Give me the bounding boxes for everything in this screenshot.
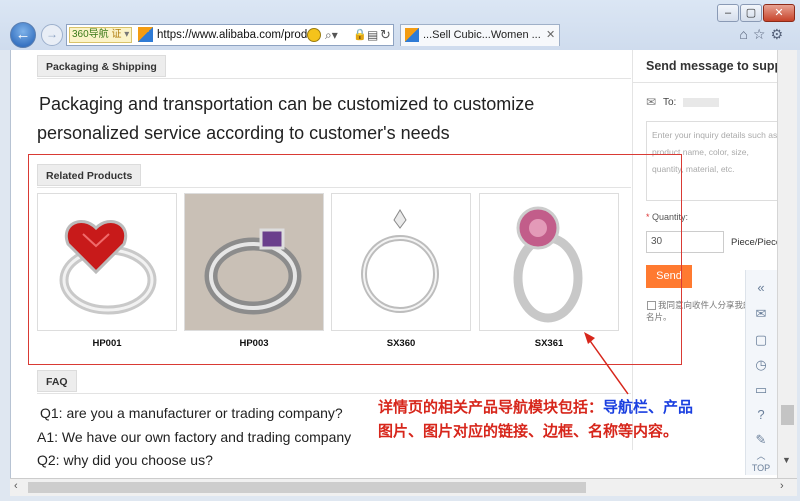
back-button[interactable]: ← [10,22,36,48]
faq-tab[interactable]: FAQ [37,370,77,392]
to-label: To: [663,97,677,108]
certificate-icon[interactable]: ▤ [367,25,378,45]
faq-line: Q2: why did you choose us? [37,452,213,468]
tab-close-icon[interactable]: ✕ [546,25,555,45]
compat-icon[interactable] [307,28,321,42]
divider [633,82,789,83]
divider [37,393,631,394]
minimize-button[interactable]: – [717,4,739,22]
horizontal-scrollbar[interactable]: ‹ › [10,478,797,496]
lock-icon[interactable]: 🔒 [353,25,367,45]
message-icon[interactable]: ✉ [745,302,777,326]
address-bar[interactable]: 360导航 证 ▾ https://www.alibaba.com/produ … [66,24,394,46]
forward-button[interactable]: → [41,24,63,46]
back-to-top-button[interactable]: ︿ TOP [745,450,777,474]
url-text[interactable]: https://www.alibaba.com/produ [157,25,314,45]
refresh-icon[interactable]: ↻ [380,25,391,45]
recipient-name [683,98,719,107]
settings-gear-icon[interactable]: ⚙ [770,26,788,42]
maximize-button[interactable]: ▢ [740,4,762,22]
horizontal-scroll-thumb[interactable] [28,482,586,493]
alibaba-favicon-icon [138,27,153,42]
annotation-note: 详情页的相关产品导航模块包括：导航栏、产品 图片、图片对应的链接、边框、名称等内… [378,399,694,440]
unit-label: Piece/Piece [731,237,782,248]
panel-title: Send message to supp [646,59,783,73]
packaging-text-line1: Packaging and transportation can be cust… [39,94,535,114]
history-clock-icon[interactable]: ◷ [745,353,777,377]
favorites-star-icon[interactable]: ☆ [753,26,771,42]
active-tab[interactable]: ...Sell Cubic...Women ... ✕ [400,24,560,46]
tab-favicon-icon [405,28,419,42]
vertical-scrollbar[interactable]: ▼ [777,50,797,478]
browser-chrome: – ▢ ✕ ← → 360导航 证 ▾ https://www.alibaba.… [0,0,800,50]
scroll-right-arrow-icon[interactable]: › [780,480,784,492]
packaging-text-line2: personalized service according to custom… [37,123,450,143]
search-icon[interactable]: ⌕▾ [325,25,338,45]
nav-badge[interactable]: 360导航 证 ▾ [69,27,133,43]
scroll-down-arrow-icon[interactable]: ▼ [782,455,791,465]
packaging-tab[interactable]: Packaging & Shipping [37,55,166,77]
faq-line: Q1: are you a manufacturer or trading co… [40,405,343,421]
chat-icon[interactable]: ▢ [745,328,777,352]
vertical-scroll-thumb[interactable] [781,405,794,425]
toolbar-icons: ⌂☆⚙ [739,26,788,43]
collapse-left-icon[interactable]: « [745,276,777,300]
annotation-arrow-icon [584,332,629,395]
tab-title: ...Sell Cubic...Women ... [423,29,541,41]
close-window-button[interactable]: ✕ [763,4,795,22]
mail-icon: ✉ [646,95,657,109]
home-icon[interactable]: ⌂ [739,26,752,42]
divider [37,78,631,79]
faq-line: A1: We have our own factory and trading … [37,429,352,445]
scroll-left-arrow-icon[interactable]: ‹ [14,480,18,492]
